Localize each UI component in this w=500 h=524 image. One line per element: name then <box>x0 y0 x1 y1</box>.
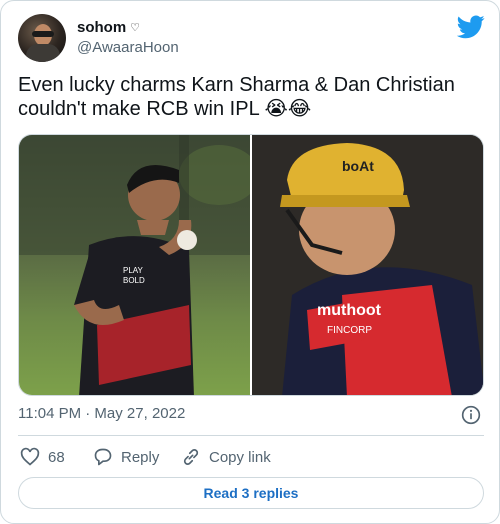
heart-icon <box>20 447 40 466</box>
like-button[interactable]: 68 <box>20 445 65 469</box>
link-icon <box>183 449 199 465</box>
info-icon[interactable] <box>461 405 481 425</box>
tweet-timestamp[interactable]: 11:04 PM · May 27, 2022 <box>18 405 185 422</box>
like-count: 68 <box>48 448 65 466</box>
twitter-bird-icon[interactable] <box>457 15 485 39</box>
photo-karn-sharma[interactable]: PLAY BOLD <box>19 135 259 395</box>
user-name[interactable]: sohom ♡ <box>77 19 140 36</box>
tweet-media[interactable]: PLAY BOLD boAt muthoot FINCORP <box>18 134 484 396</box>
divider <box>18 435 484 436</box>
tweet-card: sohom ♡ @AwaaraHoon Even lucky charms Ka… <box>0 0 500 524</box>
read-replies-button[interactable]: Read 3 replies <box>18 477 484 509</box>
avatar[interactable] <box>18 14 66 62</box>
copy-link-button[interactable]: Copy link <box>181 445 271 469</box>
name-emoji: ♡ <box>130 22 141 34</box>
user-display-name[interactable]: sohom <box>77 19 126 36</box>
player-illustration-right: boAt muthoot FINCORP <box>252 135 483 395</box>
copy-link-label: Copy link <box>209 448 271 466</box>
svg-text:FINCORP: FINCORP <box>327 325 372 336</box>
user-handle[interactable]: @AwaaraHoon <box>77 39 179 56</box>
reply-bubble-icon <box>94 448 112 466</box>
reply-label: Reply <box>121 448 160 466</box>
svg-text:BOLD: BOLD <box>123 276 145 285</box>
player-illustration-left: PLAY BOLD <box>19 135 259 395</box>
svg-text:muthoot: muthoot <box>317 302 382 319</box>
svg-text:boAt: boAt <box>342 158 374 174</box>
tweet-text: Even lucky charms Karn Sharma & Dan Chri… <box>18 74 455 120</box>
reply-button[interactable]: Reply <box>93 445 159 469</box>
svg-text:PLAY: PLAY <box>123 266 144 275</box>
photo-dan-christian[interactable]: boAt muthoot FINCORP <box>252 135 483 395</box>
